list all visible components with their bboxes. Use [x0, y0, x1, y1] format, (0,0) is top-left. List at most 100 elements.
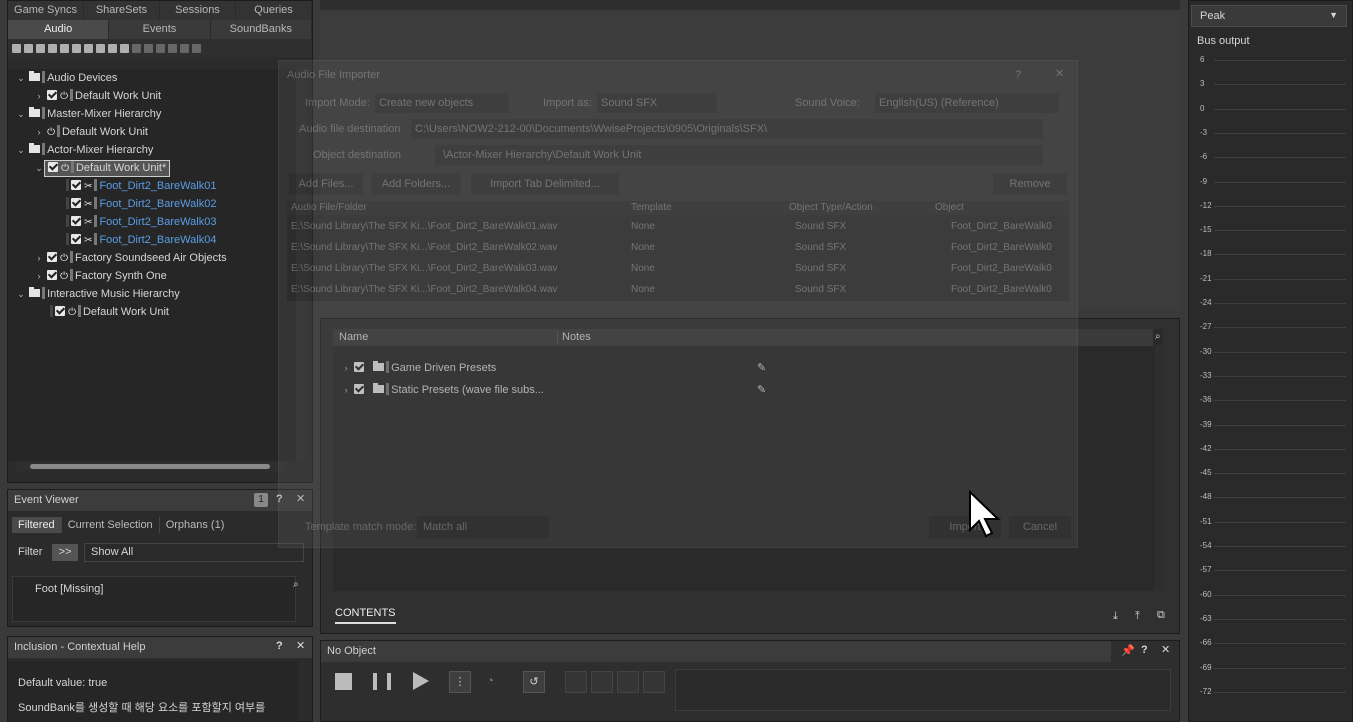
close-icon[interactable]: ✕	[1161, 643, 1170, 656]
import-mode-select[interactable]: Create new objects	[375, 93, 509, 113]
play-button[interactable]	[413, 672, 429, 690]
work-unit-icon[interactable]	[24, 43, 33, 53]
tab-orphans[interactable]: Orphans (1)	[158, 517, 231, 533]
include-checkbox[interactable]	[48, 162, 58, 172]
folder-icon[interactable]	[36, 43, 45, 53]
pause-button[interactable]	[373, 673, 391, 690]
rtpc-button[interactable]	[591, 671, 613, 693]
tree-row-master-mixer[interactable]: ⌄ Master-Mixer Hierarchy	[16, 105, 161, 123]
transport-field[interactable]	[675, 669, 1171, 711]
collapse-icon[interactable]: ›	[34, 123, 44, 141]
music-track-icon[interactable]	[168, 43, 177, 53]
tab-sharesets[interactable]: ShareSets	[84, 1, 160, 20]
col-object-type[interactable]: Object Type/Action	[789, 202, 873, 213]
sound-voice-icon[interactable]	[120, 43, 129, 53]
template-mode-select[interactable]: Match all	[417, 516, 549, 538]
collapse-icon[interactable]: ›	[34, 267, 44, 285]
filter-input[interactable]: Show All	[84, 543, 304, 562]
music-switch-icon[interactable]	[132, 43, 141, 53]
add-files-button[interactable]: Add Files...	[289, 173, 363, 195]
tab-current-selection[interactable]: Current Selection	[60, 517, 159, 533]
help-icon[interactable]: ?	[276, 640, 283, 652]
import-row[interactable]: E:\Sound Library\The SFX Ki...\Foot_Dirt…	[287, 219, 1069, 237]
tree-row-actor-mixer[interactable]: ⌄ Actor-Mixer Hierarchy	[16, 141, 153, 159]
help-icon[interactable]: ?	[1141, 644, 1148, 656]
include-checkbox[interactable]	[71, 180, 81, 190]
aux-bus-icon[interactable]	[180, 43, 189, 53]
import-as-select[interactable]: Sound SFX	[597, 93, 717, 113]
close-icon[interactable]: ✕	[296, 639, 305, 652]
actor-mixer-icon[interactable]	[48, 43, 57, 53]
stop-button[interactable]	[335, 673, 352, 690]
tree-row-default-work-unit[interactable]: › ⏻ Default Work Unit	[34, 87, 161, 105]
download-icon[interactable]: ⤓	[1113, 610, 1118, 623]
tab-audio[interactable]: Audio	[8, 20, 110, 39]
search-icon[interactable]: ⌕	[1155, 331, 1161, 342]
tree-row-sfx[interactable]: ✂ Foot_Dirt2_BareWalk04	[64, 231, 216, 249]
expand-icon[interactable]: ⌄	[16, 141, 26, 159]
tab-queries[interactable]: Queries	[236, 1, 312, 20]
close-icon[interactable]: ✕	[1055, 67, 1064, 80]
help-icon[interactable]: ?	[1015, 69, 1021, 81]
search-icon[interactable]: ⌕	[293, 579, 299, 590]
tree-row-interactive-music[interactable]: ⌄ Interactive Music Hierarchy	[16, 285, 180, 303]
tab-game-syncs[interactable]: Game Syncs	[8, 1, 84, 20]
trigger-button[interactable]	[643, 671, 665, 693]
col-object[interactable]: Object	[935, 202, 964, 213]
import-row[interactable]: E:\Sound Library\The SFX Ki...\Foot_Dirt…	[287, 240, 1069, 258]
tree-row-audio-devices[interactable]: ⌄ Audio Devices	[16, 69, 117, 87]
options-button[interactable]: ⋮	[449, 671, 471, 693]
meter-mode-select[interactable]: Peak ▼	[1191, 5, 1347, 27]
tree-row-sfx[interactable]: ✂ Foot_Dirt2_BareWalk02	[64, 195, 216, 213]
import-row[interactable]: E:\Sound Library\The SFX Ki...\Foot_Dirt…	[287, 261, 1069, 279]
import-row[interactable]: E:\Sound Library\The SFX Ki...\Foot_Dirt…	[287, 282, 1069, 300]
reset-button[interactable]: ↺	[523, 671, 545, 693]
collapse-icon[interactable]: ›	[34, 87, 44, 105]
col-template[interactable]: Template	[631, 202, 672, 213]
bus-icon[interactable]	[192, 43, 201, 53]
tree-row-sfx[interactable]: ✂ Foot_Dirt2_BareWalk01	[64, 177, 216, 195]
tree-row-default-work-unit[interactable]: ⏻ Default Work Unit	[48, 303, 169, 321]
sequence-container-icon[interactable]	[72, 43, 81, 53]
import-tab-delimited-button[interactable]: Import Tab Delimited...	[471, 173, 619, 195]
contents-scrollbar[interactable]	[1155, 345, 1165, 591]
tab-events[interactable]: Events	[109, 20, 211, 39]
col-audio-file[interactable]: Audio File/Folder	[291, 202, 367, 213]
tree-row-factory-soundseed[interactable]: › ⏻ Factory Soundseed Air Objects	[34, 249, 227, 267]
blend-container-icon[interactable]	[96, 43, 105, 53]
sound-voice-select[interactable]: English(US) (Reference)	[875, 93, 1059, 113]
popout-icon[interactable]: ⧉	[1157, 609, 1165, 622]
game-sync-button[interactable]	[565, 671, 587, 693]
include-checkbox[interactable]	[71, 198, 81, 208]
expand-icon[interactable]: ⌄	[16, 105, 26, 123]
include-checkbox[interactable]	[47, 90, 58, 100]
contents-tab[interactable]: CONTENTS	[335, 607, 396, 624]
power-icon[interactable]	[12, 43, 21, 53]
tree-row-sfx[interactable]: ✂ Foot_Dirt2_BareWalk03	[64, 213, 216, 231]
switch-container-icon[interactable]	[84, 43, 93, 53]
random-container-icon[interactable]	[60, 43, 69, 53]
sound-sfx-icon[interactable]	[108, 43, 117, 53]
pin-icon[interactable]: 📌	[1121, 644, 1135, 657]
tree-row-default-work-unit[interactable]: › ⏻ Default Work Unit	[34, 123, 148, 141]
include-checkbox[interactable]	[71, 216, 81, 226]
tab-filtered[interactable]: Filtered	[12, 517, 61, 533]
music-segment-icon[interactable]	[156, 43, 165, 53]
expand-icon[interactable]: ⌄	[16, 69, 26, 87]
collapse-icon[interactable]: ›	[34, 249, 44, 267]
audio-dest-input[interactable]: C:\Users\NOW2-212-00\Documents\WwiseProj…	[411, 119, 1043, 139]
tree-row-default-work-unit-selected[interactable]: ⌄ ⏻ Default Work Unit*	[34, 159, 171, 177]
remove-button[interactable]: Remove	[993, 173, 1067, 195]
tree-horizontal-scrollbar[interactable]	[16, 462, 286, 471]
add-folders-button[interactable]: Add Folders...	[371, 173, 461, 195]
cancel-button[interactable]: Cancel	[1009, 516, 1071, 538]
tree-row-factory-synth[interactable]: › ⏻ Factory Synth One	[34, 267, 167, 285]
music-playlist-icon[interactable]	[144, 43, 153, 53]
switch-button[interactable]	[617, 671, 639, 693]
filter-expand-button[interactable]: >>	[52, 544, 78, 561]
event-result-item[interactable]: Foot [Missing]	[35, 583, 103, 595]
tab-soundbanks[interactable]: SoundBanks	[211, 20, 312, 39]
expand-icon[interactable]: ⌄	[16, 285, 26, 303]
expand-icon[interactable]: ⌄	[34, 159, 44, 177]
upload-icon[interactable]: ⤒	[1135, 610, 1140, 623]
